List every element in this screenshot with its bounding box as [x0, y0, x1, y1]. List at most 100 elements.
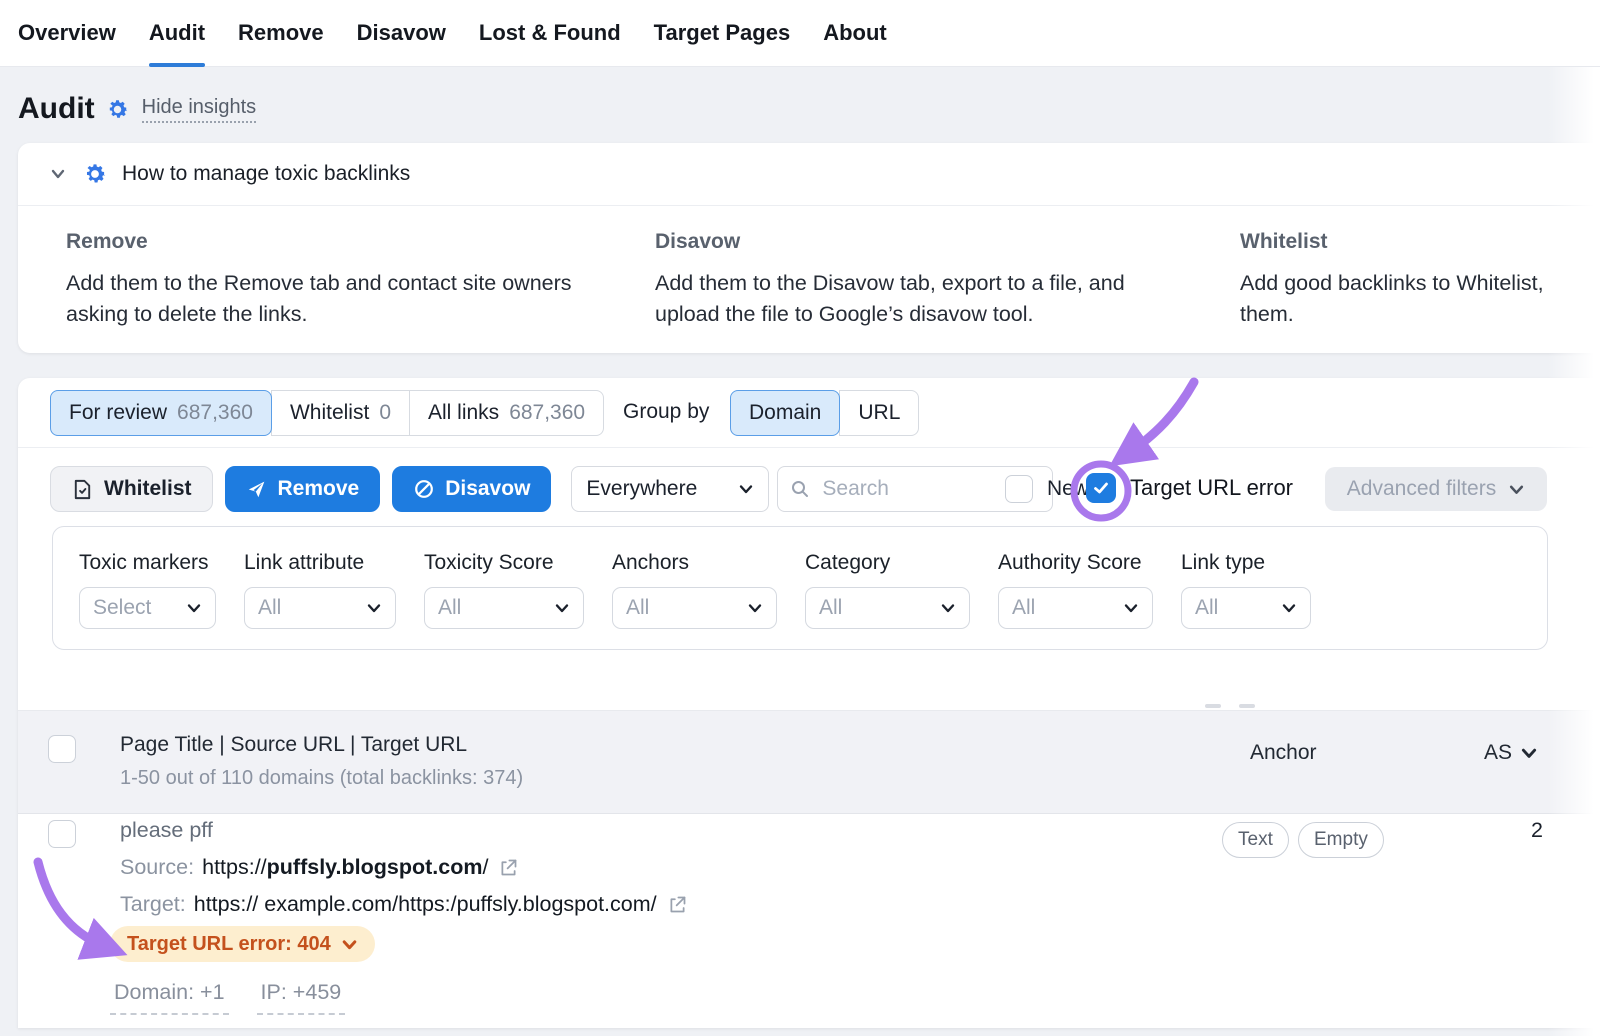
filters-panel: Toxic markers Select Link attribute All …: [52, 526, 1548, 650]
filter-label: Toxicity Score: [424, 551, 584, 575]
filter-link-type: Link type All: [1181, 551, 1311, 649]
insights-header[interactable]: How to manage toxic backlinks: [18, 143, 1600, 206]
anchor-badge-text: Text: [1222, 822, 1289, 858]
tab-label: All links: [428, 401, 499, 425]
remove-button[interactable]: Remove: [225, 466, 381, 512]
whitelist-button-label: Whitelist: [104, 477, 192, 501]
gear-icon: [82, 161, 108, 187]
insights-title: How to manage toxic backlinks: [122, 162, 410, 186]
tab-whitelist[interactable]: Whitelist 0: [271, 390, 410, 436]
link-attribute-select[interactable]: All: [244, 587, 396, 629]
category-select[interactable]: All: [805, 587, 970, 629]
new-checkbox-label: New: [1047, 477, 1089, 501]
group-by-domain[interactable]: Domain: [730, 390, 840, 436]
filter-value: All: [626, 596, 649, 620]
row-source-url: Source: https://puffsly.blogspot.com/: [120, 855, 519, 880]
page-title: Audit: [18, 92, 95, 126]
select-all-checkbox[interactable]: [48, 735, 76, 763]
tab-all-links[interactable]: All links 687,360: [409, 390, 604, 436]
group-by-url[interactable]: URL: [839, 390, 919, 436]
view-tabs: For review 687,360 Whitelist 0 All links…: [50, 390, 604, 436]
filter-label: Link attribute: [244, 551, 396, 575]
filter-value: All: [1012, 596, 1035, 620]
chevron-down-icon: [1508, 481, 1525, 498]
filter-toxic-markers: Toxic markers Select: [79, 551, 216, 649]
source-prefix: https://: [202, 855, 267, 880]
link-type-select[interactable]: All: [1181, 587, 1311, 629]
scope-select[interactable]: Everywhere: [571, 466, 769, 512]
chevron-down-icon: [1520, 744, 1538, 762]
filter-value: All: [258, 596, 281, 620]
nav-tab-target-pages[interactable]: Target Pages: [654, 0, 791, 66]
disavow-button-label: Disavow: [445, 477, 530, 501]
actions-toolbar: Whitelist Remove Disavow Everywhere: [18, 466, 1600, 512]
filter-toxicity-score: Toxicity Score All: [424, 551, 584, 649]
nav-tab-audit[interactable]: Audit: [149, 0, 205, 66]
advanced-filters-button[interactable]: Advanced filters: [1325, 467, 1547, 511]
new-checkbox[interactable]: [1005, 475, 1033, 503]
filter-value: All: [819, 596, 842, 620]
chevron-down-icon: [738, 481, 754, 497]
row-checkbox[interactable]: [48, 820, 76, 848]
source-domain: puffsly.blogspot.com: [267, 855, 483, 880]
target-url-error-checkbox[interactable]: [1086, 473, 1116, 503]
target-url-error-label: Target URL error: [1130, 475, 1293, 501]
view-tabs-row: For review 687,360 Whitelist 0 All links…: [18, 378, 1600, 448]
target-url-error-badge-label: Target URL error: 404: [127, 933, 331, 956]
gear-icon: [105, 97, 130, 122]
filter-label: Authority Score: [998, 551, 1153, 575]
table-summary: 1-50 out of 110 domains (total backlinks…: [120, 767, 523, 790]
search-icon: [790, 479, 810, 499]
disavow-button[interactable]: Disavow: [392, 466, 551, 512]
hide-insights-link[interactable]: Hide insights: [142, 96, 257, 123]
target-label: Target:: [120, 892, 186, 917]
chevron-down-icon: [747, 600, 763, 616]
insights-card: How to manage toxic backlinks Remove Add…: [18, 143, 1600, 353]
top-nav: Overview Audit Remove Disavow Lost & Fou…: [0, 0, 1600, 67]
filter-value: Select: [93, 596, 151, 620]
tab-count: 0: [379, 401, 391, 425]
group-by-label: Group by: [623, 400, 709, 424]
anchors-select[interactable]: All: [612, 587, 777, 629]
target-url-text: https:// example.com/https:/puffsly.blog…: [194, 892, 657, 917]
filter-label: Anchors: [612, 551, 777, 575]
row-as-value: 2: [1522, 818, 1552, 843]
collapse-chevron-icon[interactable]: [48, 164, 68, 184]
nav-tab-disavow[interactable]: Disavow: [357, 0, 446, 66]
external-link-icon[interactable]: [498, 857, 519, 878]
tab-label: For review: [69, 401, 167, 425]
insight-remove: Remove Add them to the Remove tab and co…: [66, 230, 655, 330]
row-meta: Domain: +1 IP: +459: [110, 980, 345, 1015]
prohibit-icon: [413, 478, 435, 500]
filter-label: Category: [805, 551, 970, 575]
nav-tab-about[interactable]: About: [823, 0, 887, 66]
tab-for-review[interactable]: For review 687,360: [50, 390, 272, 436]
filter-anchors: Anchors All: [612, 551, 777, 649]
toxicity-score-select[interactable]: All: [424, 587, 584, 629]
page-header: Audit Hide insights: [18, 92, 256, 126]
ip-delta[interactable]: IP: +459: [257, 980, 346, 1015]
send-icon: [246, 478, 268, 500]
authority-score-select[interactable]: All: [998, 587, 1153, 629]
nav-tab-lost-found[interactable]: Lost & Found: [479, 0, 621, 66]
table-header: Page Title | Source URL | Target URL 1-5…: [18, 710, 1600, 813]
insight-remove-title: Remove: [66, 230, 655, 254]
toxic-markers-select[interactable]: Select: [79, 587, 216, 629]
group-by-toggle: Domain URL: [730, 390, 919, 436]
whitelist-button[interactable]: Whitelist: [50, 466, 213, 512]
tab-label: Whitelist: [290, 401, 369, 425]
tab-count: 687,360: [177, 401, 253, 425]
external-link-icon[interactable]: [667, 894, 688, 915]
as-column-header[interactable]: AS: [1484, 741, 1538, 765]
chevron-down-icon: [366, 600, 382, 616]
target-url-error-badge[interactable]: Target URL error: 404: [110, 926, 375, 962]
domain-delta[interactable]: Domain: +1: [110, 980, 229, 1015]
table-header-columns: Page Title | Source URL | Target URL: [120, 733, 467, 757]
row-target-url: Target: https:// example.com/https:/puff…: [120, 892, 688, 917]
nav-tab-overview[interactable]: Overview: [18, 0, 116, 66]
insight-disavow-text: Add them to the Disavow tab, export to a…: [655, 268, 1160, 330]
insight-whitelist-title: Whitelist: [1240, 230, 1600, 254]
nav-tab-remove[interactable]: Remove: [238, 0, 324, 66]
anchor-badge-empty: Empty: [1298, 822, 1384, 858]
remove-button-label: Remove: [278, 477, 360, 501]
